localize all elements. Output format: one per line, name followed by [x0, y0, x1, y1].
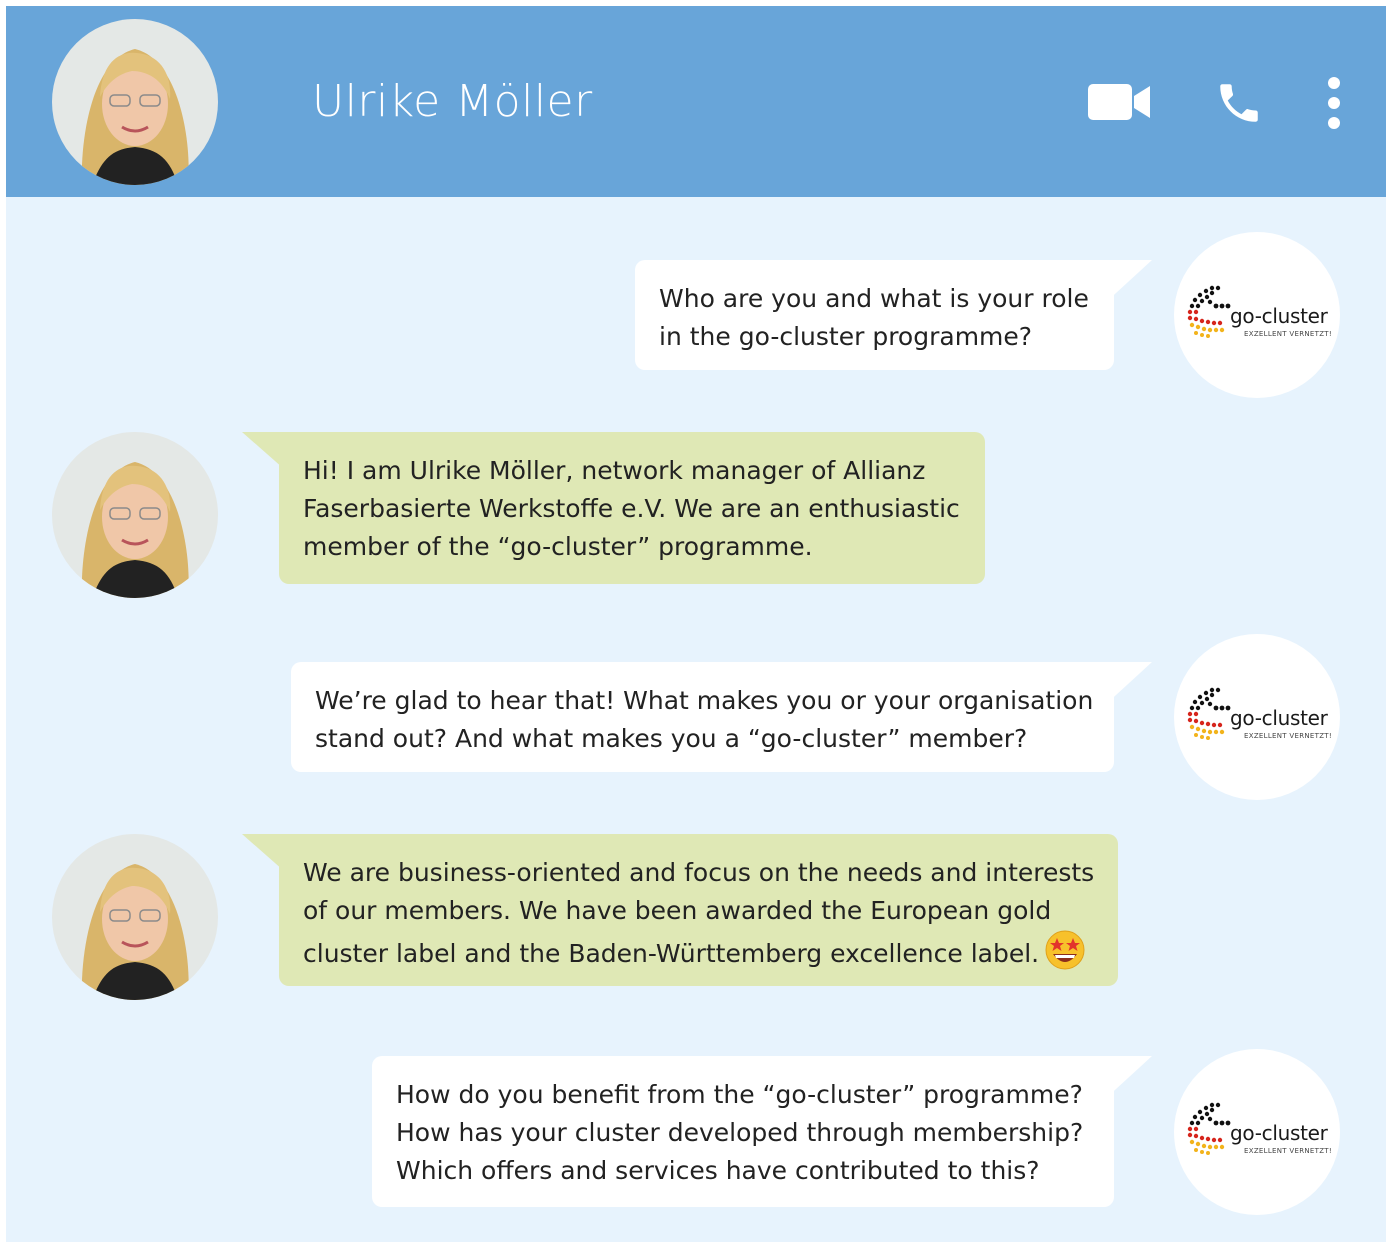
chat-window: Ulrike Möller Who are you and what is yo… [6, 6, 1386, 1242]
more-options-button[interactable] [1324, 76, 1344, 134]
video-call-button[interactable] [1088, 84, 1152, 124]
message-line: How has your cluster developed through m… [396, 1118, 1084, 1147]
logo-name: go-cluster [1230, 1121, 1328, 1145]
go-cluster-logo-avatar[interactable]: go-cluster EXZELLENT VERNETZT! [1174, 1049, 1340, 1215]
message-bubble-outgoing[interactable]: We’re glad to hear that! What makes you … [291, 662, 1114, 772]
more-vertical-icon [1328, 77, 1340, 129]
logo-tagline: EXZELLENT VERNETZT! [1244, 1147, 1332, 1155]
logo-name: go-cluster [1230, 304, 1328, 328]
video-camera-icon [1088, 84, 1150, 120]
message-line-with-emoji: cluster label and the Baden-Württemberg … [303, 930, 1094, 973]
message-bubble-outgoing[interactable]: Who are you and what is your role in the… [635, 260, 1114, 370]
voice-call-button[interactable] [1212, 78, 1266, 132]
star-struck-emoji [1045, 930, 1085, 970]
go-cluster-logo-icon [1187, 1102, 1231, 1155]
go-cluster-logo-avatar[interactable]: go-cluster EXZELLENT VERNETZT! [1174, 232, 1340, 398]
logo-name: go-cluster [1230, 706, 1328, 730]
logo-tagline: EXZELLENT VERNETZT! [1244, 732, 1332, 740]
message-line: member of the “go-cluster” programme. [303, 532, 813, 561]
contact-avatar[interactable] [52, 19, 218, 185]
message-line: Faserbasierte Werkstoffe e.V. We are an … [303, 494, 960, 523]
chat-header: Ulrike Möller [6, 6, 1386, 197]
sender-avatar[interactable] [52, 834, 218, 1000]
bubble-tail [1104, 662, 1152, 706]
message-bubble-incoming[interactable]: We are business-oriented and focus on th… [279, 834, 1118, 986]
go-cluster-logo-icon [1187, 687, 1231, 740]
message-line: How do you benefit from the “go-cluster”… [396, 1080, 1083, 1109]
go-cluster-logo-icon [1187, 285, 1231, 338]
sender-avatar[interactable] [52, 432, 218, 598]
message-bubble-incoming[interactable]: Hi! I am Ulrike Möller, network manager … [279, 432, 985, 584]
contact-name: Ulrike Möller [312, 76, 593, 127]
go-cluster-logo-avatar[interactable]: go-cluster EXZELLENT VERNETZT! [1174, 634, 1340, 800]
message-bubble-outgoing[interactable]: How do you benefit from the “go-cluster”… [372, 1056, 1114, 1207]
logo-tagline: EXZELLENT VERNETZT! [1244, 330, 1332, 338]
message-line: stand out? And what makes you a “go-clus… [315, 724, 1028, 753]
message-line: Which offers and services have contribut… [396, 1156, 1040, 1185]
message-line: We are business-oriented and focus on th… [303, 858, 1095, 887]
bubble-tail [1104, 1056, 1152, 1100]
phone-icon [1220, 84, 1258, 122]
message-line: in the go-cluster programme? [659, 322, 1033, 351]
message-line: Who are you and what is your role [659, 284, 1089, 313]
message-line: cluster label and the Baden-Württemberg … [303, 939, 1040, 968]
message-line: Hi! I am Ulrike Möller, network manager … [303, 456, 926, 485]
message-line: We’re glad to hear that! What makes you … [315, 686, 1094, 715]
message-line: of our members. We have been awarded the… [303, 896, 1052, 925]
bubble-tail [1104, 260, 1152, 304]
